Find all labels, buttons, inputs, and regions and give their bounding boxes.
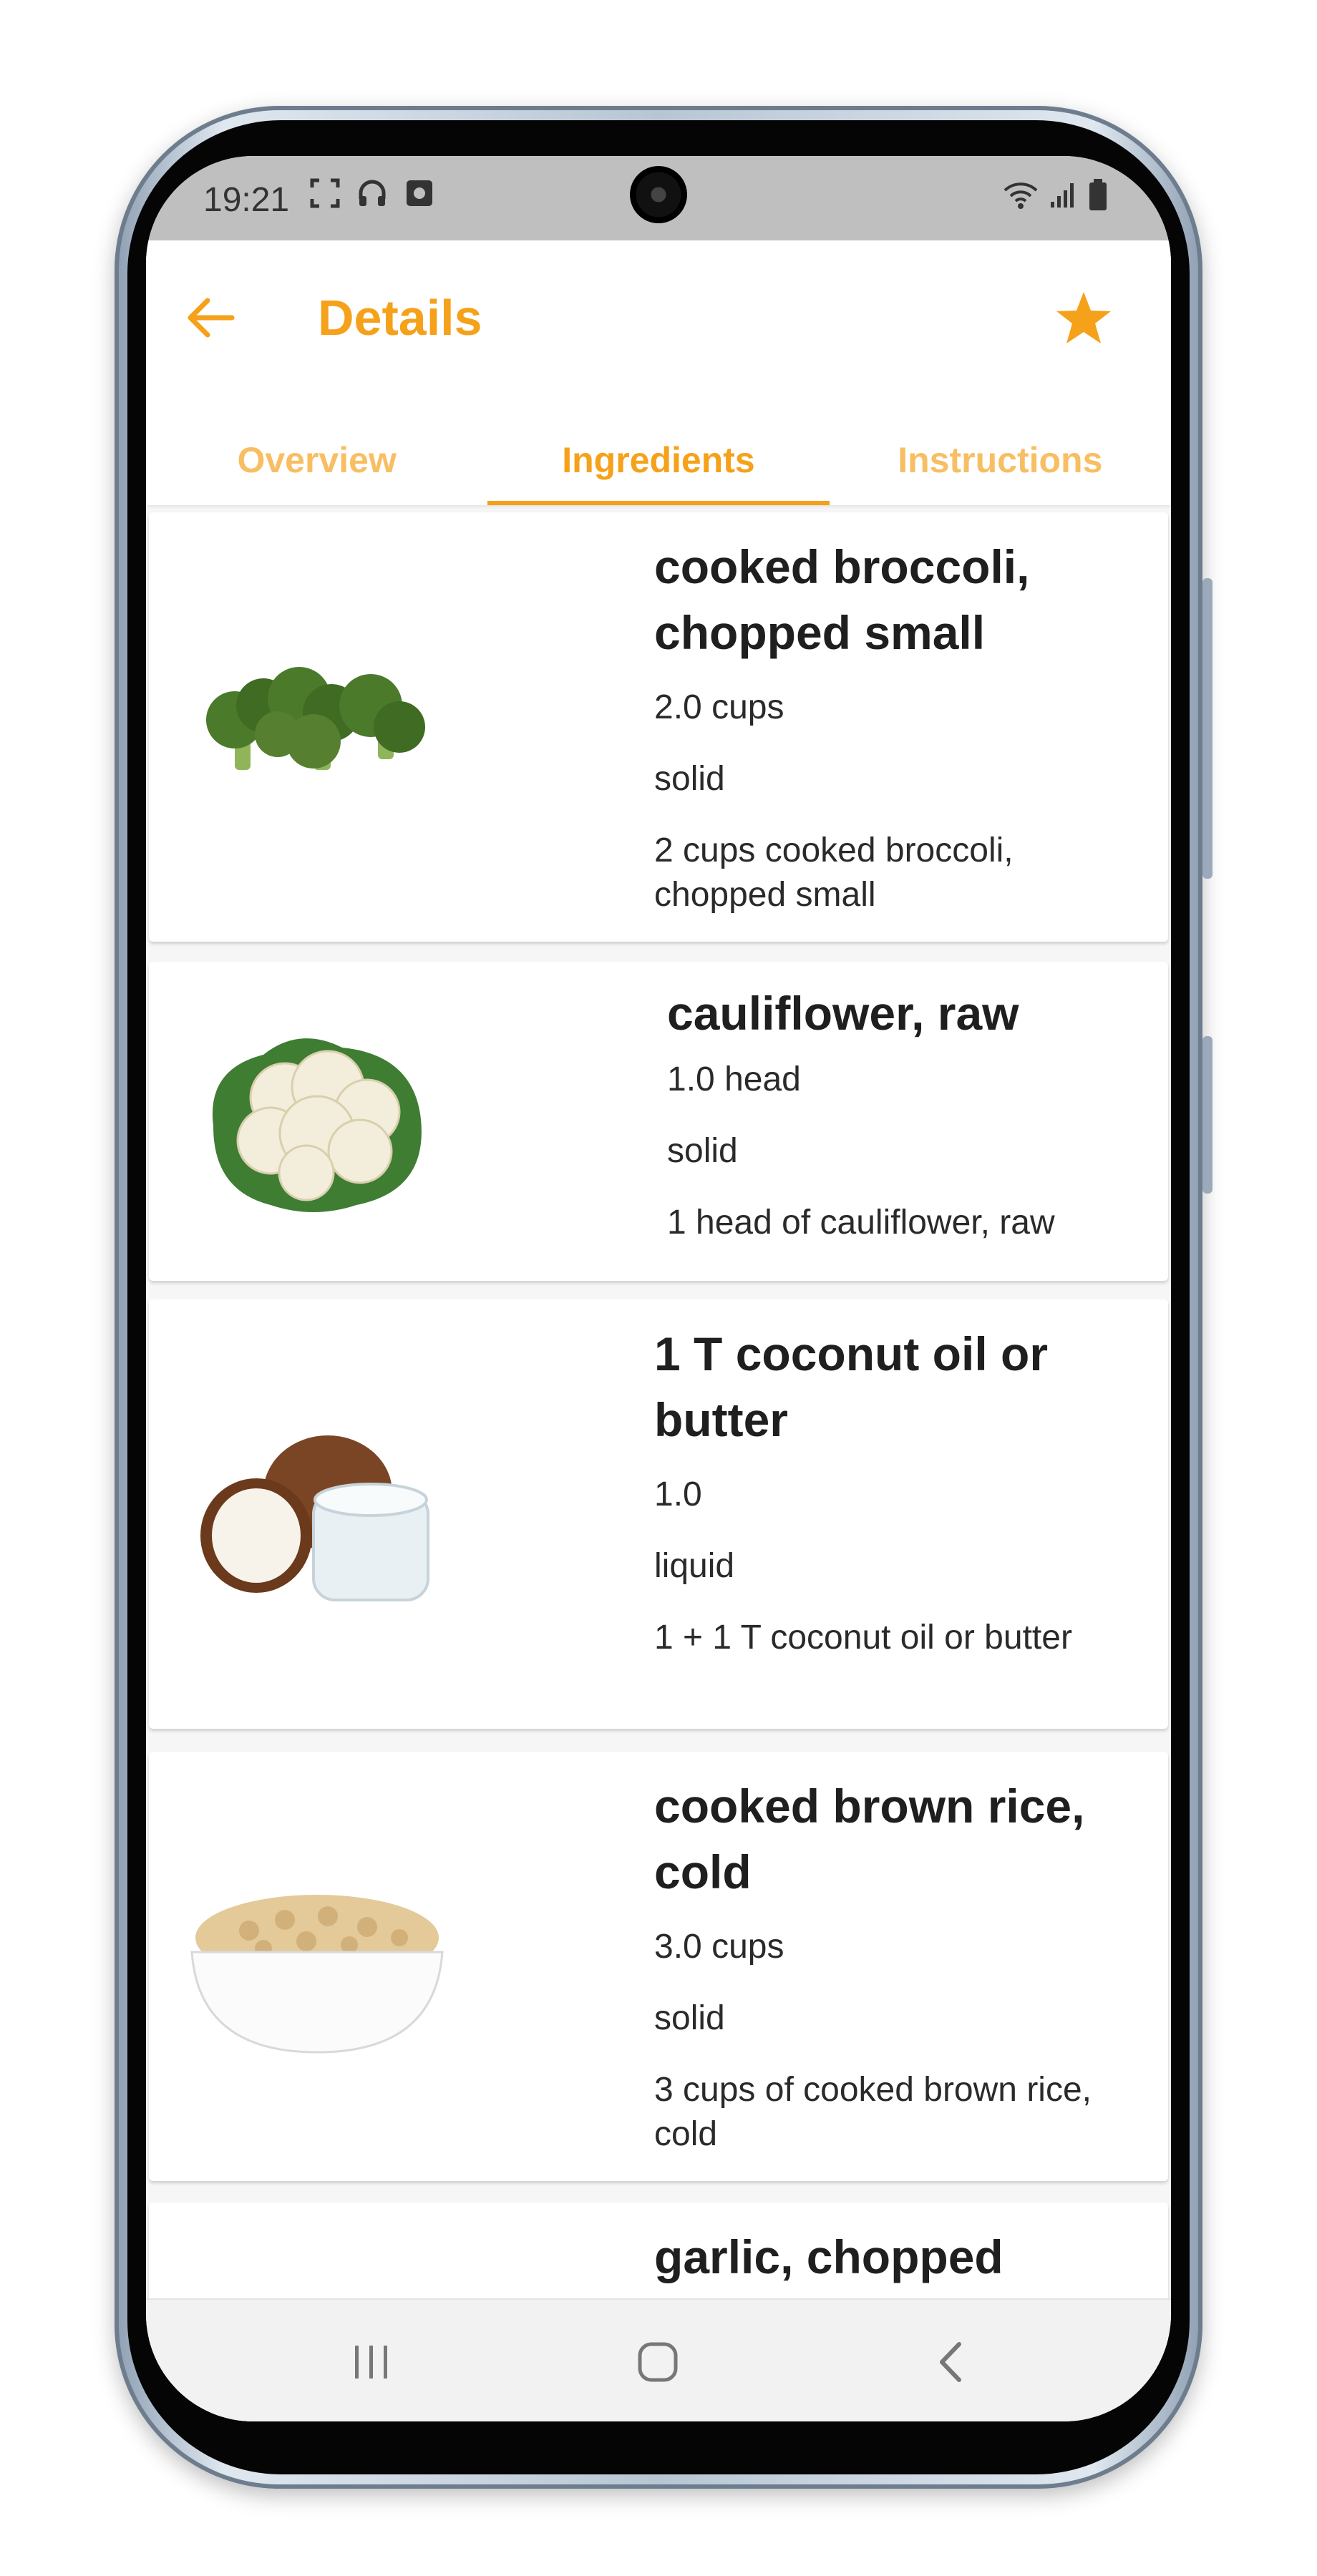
- ingredient-details: cauliflower, raw 1.0 head solid 1 head o…: [667, 980, 1139, 1245]
- ingredient-description: 1 head of cauliflower, raw: [667, 1204, 1055, 1241]
- battery-icon: [1089, 179, 1107, 210]
- cauliflower-image: [212, 1038, 422, 1212]
- front-camera: [630, 166, 687, 223]
- brown-rice-image: [190, 1895, 444, 2054]
- ingredient-description: 3 cups of cooked brown rice, cold: [654, 2071, 1092, 2153]
- tab-overview[interactable]: Overview: [146, 384, 487, 505]
- signal-icon: [1051, 183, 1074, 208]
- coconut-oil-image: [200, 1435, 429, 1601]
- status-bar: 19:21: [146, 156, 1171, 240]
- page-title: Details: [318, 290, 482, 346]
- headphones-icon: [359, 180, 386, 206]
- volume-button: [1202, 578, 1212, 879]
- ingredient-description: 1 + 1 T coconut oil or butter: [654, 1619, 1072, 1657]
- ingredient-name: 1 T coconut oil or butter: [654, 1327, 1049, 1446]
- ingredient-quantity: 2.0 cups: [654, 688, 784, 726]
- ingredient-name: garlic, chopped: [654, 2230, 1003, 2283]
- ingredient-name: cauliflower, raw: [667, 987, 1019, 1040]
- home-icon[interactable]: [633, 2337, 683, 2387]
- tab-ingredients-label: Ingredients: [562, 440, 755, 480]
- active-tab-indicator: [487, 501, 830, 505]
- screen: 19:21 Details Overview Ingredients Instr…: [146, 156, 1171, 2421]
- ingredient-card[interactable]: 1 T coconut oil or butter 1.0 liquid 1 +…: [149, 1299, 1168, 1729]
- status-time: 19:21: [203, 181, 290, 219]
- wifi-icon: [1003, 182, 1038, 209]
- recent-apps-icon[interactable]: [346, 2337, 397, 2387]
- ingredient-card[interactable]: cauliflower, raw 1.0 head solid 1 head o…: [149, 962, 1168, 1281]
- tab-instructions-label: Instructions: [898, 440, 1103, 480]
- star-icon[interactable]: [1054, 288, 1114, 348]
- ingredient-state: liquid: [654, 1547, 735, 1585]
- arrow-left-icon[interactable]: [182, 289, 239, 346]
- ingredient-details: 1 T coconut oil or butter 1.0 liquid 1 +…: [654, 1321, 1139, 1660]
- back-icon[interactable]: [926, 2337, 976, 2387]
- tab-bar: Overview Ingredients Instructions: [146, 384, 1171, 505]
- ingredient-details: cooked broccoli, chopped small 2.0 cups …: [654, 534, 1139, 917]
- tab-overview-label: Overview: [237, 440, 397, 480]
- screenshot-icon: [310, 178, 340, 208]
- ingredient-state: solid: [667, 1132, 738, 1170]
- record-icon: [407, 180, 432, 206]
- ingredient-card[interactable]: cooked broccoli, chopped small 2.0 cups …: [149, 512, 1168, 942]
- ingredient-quantity: 3.0 cups: [654, 1928, 784, 1966]
- app-header: Details Overview Ingredients Instruction…: [146, 240, 1171, 505]
- ingredient-details: garlic, chopped: [654, 2224, 1139, 2290]
- broccoli-image: [206, 667, 425, 770]
- power-button: [1202, 1036, 1212, 1194]
- ingredient-name: cooked brown rice, cold: [654, 1780, 1085, 1898]
- ingredient-description: 2 cups cooked broccoli, chopped small: [654, 831, 1014, 914]
- ingredient-name: cooked broccoli, chopped small: [654, 540, 1030, 659]
- system-nav-bar: [146, 2298, 1171, 2421]
- ingredient-quantity: 1.0 head: [667, 1060, 801, 1098]
- ingredient-state: solid: [654, 760, 725, 798]
- tab-ingredients[interactable]: Ingredients: [487, 384, 830, 505]
- tab-instructions[interactable]: Instructions: [830, 384, 1171, 505]
- ingredient-quantity: 1.0: [654, 1475, 702, 1513]
- ingredient-card[interactable]: cooked brown rice, cold 3.0 cups solid 3…: [149, 1752, 1168, 2181]
- ingredient-details: cooked brown rice, cold 3.0 cups solid 3…: [654, 1773, 1139, 2157]
- ingredient-state: solid: [654, 1999, 725, 2037]
